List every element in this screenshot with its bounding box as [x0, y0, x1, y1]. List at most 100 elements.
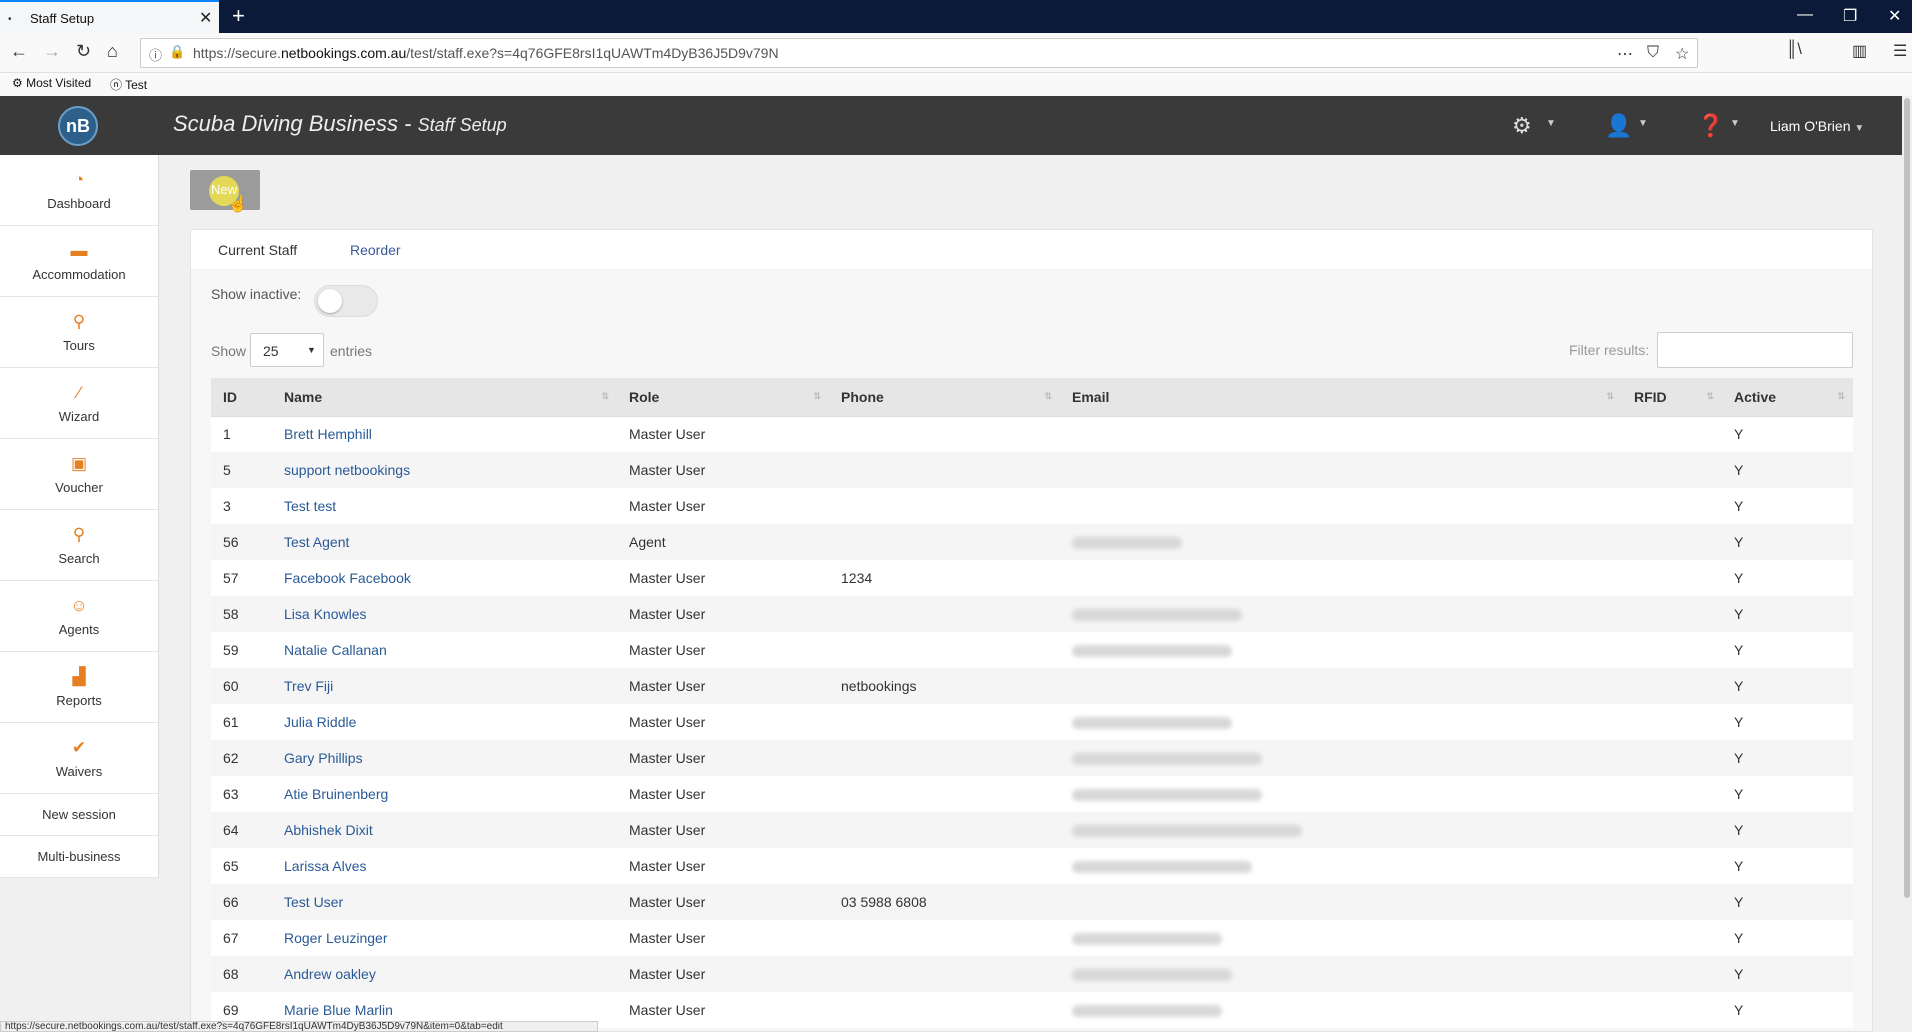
chevron-down-icon[interactable]: ▼: [1638, 118, 1648, 129]
sort-icon: ⇅: [601, 391, 609, 401]
show-inactive-toggle[interactable]: [314, 285, 378, 317]
staff-name-link[interactable]: support netbookings: [272, 452, 617, 488]
restore-icon[interactable]: ❐: [1843, 6, 1857, 26]
cell-rfid: [1622, 740, 1722, 776]
cell-active: Y: [1722, 668, 1853, 704]
blurred-email: [1072, 609, 1242, 622]
reload-icon[interactable]: ↻: [76, 41, 91, 62]
cell-active: Y: [1722, 524, 1853, 560]
cell-rfid: [1622, 632, 1722, 668]
netbookings-logo[interactable]: nB: [58, 106, 98, 146]
column-header-phone[interactable]: Phone ⇅: [829, 378, 1060, 417]
cell-id: 64: [211, 812, 272, 848]
search-icon: ⚲: [72, 524, 86, 544]
back-icon[interactable]: ←: [10, 41, 28, 62]
filter-input[interactable]: [1657, 332, 1853, 368]
sidebar-item-multi-business[interactable]: Multi-business: [0, 836, 158, 878]
sidebar-item-agents[interactable]: ☺ Agents: [0, 581, 158, 652]
info-icon[interactable]: ⓘ: [149, 45, 162, 64]
staff-name-link[interactable]: Larissa Alves: [272, 848, 617, 884]
cell-phone: [829, 740, 1060, 776]
help-icon[interactable]: ❓: [1697, 113, 1724, 139]
cell-email: [1060, 524, 1622, 560]
blurred-email: [1072, 537, 1182, 550]
cell-rfid: [1622, 596, 1722, 632]
tab-reorder[interactable]: Reorder: [350, 242, 401, 258]
forward-icon[interactable]: →: [43, 41, 61, 62]
tab-close-icon[interactable]: ✕: [199, 8, 212, 28]
user-menu[interactable]: Liam O'Brien ▼: [1770, 118, 1864, 134]
filter-label: Filter results:: [1569, 342, 1650, 358]
cell-role: Master User: [617, 416, 829, 452]
tab-current-staff[interactable]: Current Staff: [218, 242, 297, 258]
column-header-name[interactable]: Name ⇅: [272, 378, 617, 417]
pocket-icon[interactable]: ⛉: [1647, 44, 1659, 62]
sidebar-item-search[interactable]: ⚲ Search: [0, 510, 158, 581]
column-header-rfid[interactable]: RFID ⇅: [1622, 378, 1722, 417]
staff-name-link[interactable]: Test test: [272, 488, 617, 524]
cell-rfid: [1622, 776, 1722, 812]
more-icon[interactable]: ⋯: [1617, 44, 1633, 64]
window-close-icon[interactable]: ✕: [1888, 6, 1901, 26]
scrollbar-thumb[interactable]: [1904, 98, 1910, 898]
cell-id: 56: [211, 524, 272, 560]
entries-select[interactable]: 25 ▼: [250, 333, 324, 367]
staff-name-link[interactable]: Trev Fiji: [272, 668, 617, 704]
staff-name-link[interactable]: Natalie Callanan: [272, 632, 617, 668]
staff-name-link[interactable]: Brett Hemphill: [272, 416, 617, 452]
minimize-icon[interactable]: —: [1797, 6, 1813, 24]
bookmark-test[interactable]: ⓝ Test: [110, 76, 147, 93]
bookmark-most-visited[interactable]: ⚙ Most Visited: [12, 76, 91, 90]
table-row: 67 Roger Leuzinger Master User Y: [211, 920, 1853, 956]
cell-phone: [829, 596, 1060, 632]
new-tab-button[interactable]: +: [232, 3, 245, 29]
staff-name-link[interactable]: Facebook Facebook: [272, 560, 617, 596]
sidebar-toggle-icon[interactable]: ▥: [1852, 41, 1867, 61]
browser-tab[interactable]: • Staff Setup ✕: [0, 0, 219, 33]
home-icon[interactable]: ⌂: [107, 41, 118, 62]
staff-name-link[interactable]: Lisa Knowles: [272, 596, 617, 632]
url-bar[interactable]: ⓘ 🔒 https://secure.netbookings.com.au/te…: [140, 38, 1698, 68]
star-icon[interactable]: ☆: [1675, 44, 1689, 64]
column-header-active[interactable]: Active ⇅: [1722, 378, 1853, 417]
show-label: Show: [211, 343, 247, 359]
chevron-down-icon[interactable]: ▼: [1546, 118, 1556, 129]
sidebar-item-dashboard[interactable]: ◔ Dashboard: [0, 155, 158, 226]
column-header-role[interactable]: Role ⇅: [617, 378, 829, 417]
blurred-email: [1072, 753, 1262, 766]
cell-email: [1060, 560, 1622, 596]
sidebar-item-waivers[interactable]: ✔ Waivers: [0, 723, 158, 794]
menu-icon[interactable]: ☰: [1893, 41, 1907, 61]
sidebar-item-voucher[interactable]: ▣ Voucher: [0, 439, 158, 510]
staff-name-link[interactable]: Atie Bruinenberg: [272, 776, 617, 812]
staff-name-link[interactable]: Abhishek Dixit: [272, 812, 617, 848]
sidebar-item-wizard[interactable]: ⁄ Wizard: [0, 368, 158, 439]
sidebar-item-accommodation[interactable]: ▬ Accommodation: [0, 226, 158, 297]
staff-name-link[interactable]: Julia Riddle: [272, 704, 617, 740]
cell-email: [1060, 812, 1622, 848]
chevron-down-icon[interactable]: ▼: [1730, 118, 1740, 129]
cell-role: Master User: [617, 884, 829, 920]
url-text[interactable]: https://secure.netbookings.com.au/test/s…: [193, 45, 779, 61]
staff-name-link[interactable]: Andrew oakley: [272, 956, 617, 992]
column-header-id[interactable]: ID: [211, 378, 272, 417]
column-header-email[interactable]: Email ⇅: [1060, 378, 1622, 417]
cell-role: Master User: [617, 992, 829, 1028]
sidebar-item-reports[interactable]: ▟ Reports: [0, 652, 158, 723]
staff-name-link[interactable]: Gary Phillips: [272, 740, 617, 776]
cell-id: 58: [211, 596, 272, 632]
sidebar-item-tours[interactable]: ⚲ Tours: [0, 297, 158, 368]
library-icon[interactable]: ║\: [1786, 41, 1802, 59]
cell-rfid: [1622, 704, 1722, 740]
hand-cursor-icon: ☝: [228, 196, 248, 213]
sidebar-item-new-session[interactable]: New session: [0, 794, 158, 836]
settings-icon[interactable]: ⚙: [1512, 113, 1532, 139]
status-bar-url: https://secure.netbookings.com.au/test/s…: [0, 1021, 598, 1032]
agent-menu-icon[interactable]: 👤: [1605, 113, 1632, 139]
staff-name-link[interactable]: Test Agent: [272, 524, 617, 560]
show-inactive-label: Show inactive:: [211, 286, 302, 302]
cell-phone: [829, 488, 1060, 524]
staff-name-link[interactable]: Roger Leuzinger: [272, 920, 617, 956]
new-button[interactable]: New: [190, 170, 260, 210]
staff-name-link[interactable]: Test User: [272, 884, 617, 920]
